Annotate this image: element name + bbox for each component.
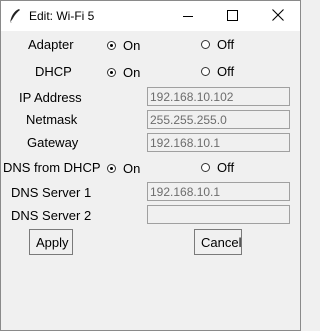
maximize-icon [227,9,238,24]
radio-unselected-icon [201,39,210,49]
feather-icon [8,8,22,24]
netmask-input[interactable] [147,110,290,129]
dns-from-dhcp-off-radio[interactable]: Off [201,159,234,175]
dns-from-dhcp-on-label: On [123,160,141,176]
dns-server-1-input[interactable] [147,182,290,201]
minimize-button[interactable] [165,1,210,31]
window-title: Edit: Wi-Fi 5 [29,9,95,23]
gateway-label: Gateway [27,135,79,150]
radio-selected-icon [107,67,116,77]
dns-from-dhcp-off-label: Off [217,159,235,175]
title-bar[interactable]: Edit: Wi-Fi 5 [1,1,300,31]
radio-selected-icon [107,163,116,173]
gateway-input[interactable] [147,133,290,152]
dns-server-2-label: DNS Server 2 [11,208,92,223]
dhcp-on-label: On [123,64,141,80]
adapter-label: Adapter [28,37,74,52]
adapter-on-label: On [123,37,141,53]
close-button[interactable] [255,1,300,31]
ip-address-input[interactable] [147,87,290,106]
dns-server-1-label: DNS Server 1 [11,185,92,200]
apply-button[interactable]: Apply [29,229,73,255]
netmask-label: Netmask [26,112,78,127]
dns-from-dhcp-label: DNS from DHCP [3,160,101,175]
dns-server-2-input[interactable] [147,205,290,224]
cancel-button[interactable]: Cancel [194,229,242,255]
maximize-button[interactable] [210,1,255,31]
radio-unselected-icon [201,162,210,172]
ip-address-label: IP Address [19,90,82,105]
dhcp-label: DHCP [35,64,72,79]
dialog-window: Edit: Wi-Fi 5 Adapter On Off DHCP On Off… [0,0,301,331]
minimize-icon [182,9,193,24]
dns-from-dhcp-on-radio[interactable]: On [107,160,140,176]
close-icon [271,8,284,24]
radio-selected-icon [107,40,116,50]
adapter-off-radio[interactable]: Off [201,36,234,52]
dhcp-on-radio[interactable]: On [107,64,140,80]
adapter-on-radio[interactable]: On [107,37,140,53]
adapter-off-label: Off [217,36,235,52]
dhcp-off-label: Off [217,63,235,79]
dhcp-off-radio[interactable]: Off [201,63,234,79]
radio-unselected-icon [201,66,210,76]
